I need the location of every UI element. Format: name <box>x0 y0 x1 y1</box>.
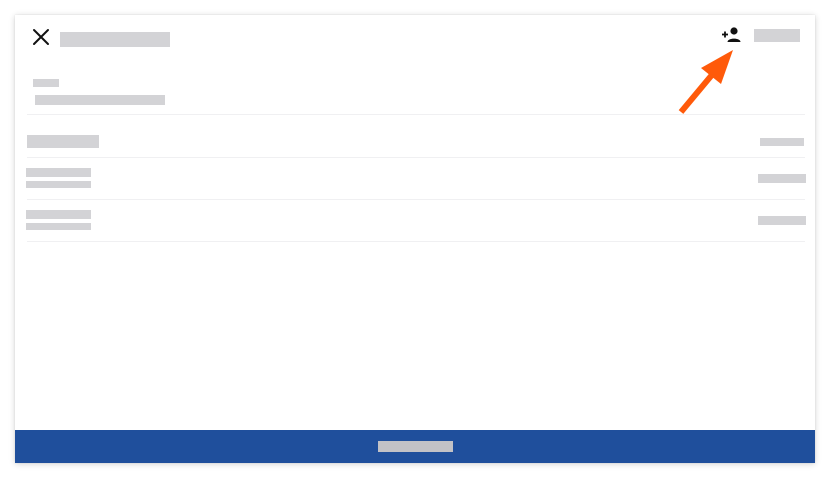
list-header-value-placeholder <box>760 138 804 146</box>
list-item-title-placeholder <box>26 168 91 177</box>
close-icon <box>33 29 49 45</box>
footer-button-label-placeholder <box>378 441 453 452</box>
close-button[interactable] <box>29 25 53 49</box>
dialog-title-placeholder <box>60 32 170 47</box>
header-action-placeholder[interactable] <box>754 29 800 42</box>
list-item[interactable] <box>15 200 815 241</box>
dialog-panel <box>15 15 815 463</box>
list-item[interactable] <box>15 158 815 199</box>
list-item-value-placeholder <box>758 216 806 225</box>
person-add-icon <box>722 27 741 42</box>
list-item-value-placeholder <box>758 174 806 183</box>
summary-value-placeholder <box>35 95 165 105</box>
footer-primary-button[interactable] <box>15 430 815 463</box>
section-divider <box>27 114 805 115</box>
row-divider <box>27 241 805 242</box>
add-user-button[interactable] <box>719 23 745 47</box>
list-item-title-placeholder <box>26 210 91 219</box>
list-item-subtitle-placeholder <box>26 181 91 188</box>
list-header-placeholder <box>27 135 99 148</box>
list-item-subtitle-placeholder <box>26 223 91 230</box>
summary-label-placeholder <box>33 79 59 87</box>
